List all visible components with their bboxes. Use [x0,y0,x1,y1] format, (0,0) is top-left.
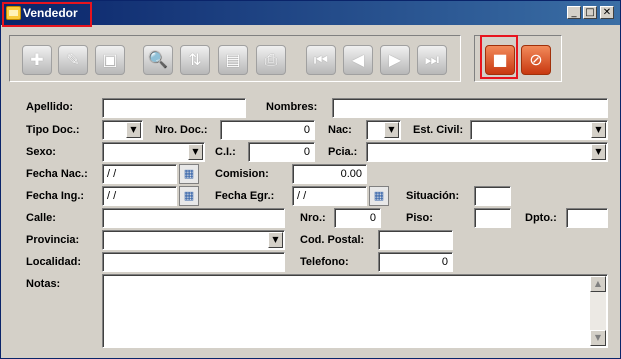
dropdown-arrow-icon[interactable]: ▼ [268,232,283,248]
dpto-label: Dpto.: [525,212,557,224]
ci-label: C.I.: [215,146,236,158]
situacion-field[interactable] [474,186,511,206]
fecha-egr-label: Fecha Egr.: [215,190,275,202]
tipo-doc-select[interactable]: ▼ [102,120,143,140]
localidad-label: Localidad: [26,256,82,268]
calendar-icon[interactable]: ▦ [179,164,199,184]
dropdown-arrow-icon[interactable]: ▼ [591,122,606,138]
search-button[interactable]: 🔍 [143,45,173,75]
magnifier-icon: 🔍 [148,50,168,69]
cod-postal-label: Cod. Postal: [300,234,365,246]
first-icon: ⏮ [313,50,329,69]
dropdown-arrow-icon[interactable]: ▼ [188,144,203,160]
telefono-field[interactable]: 0 [378,252,453,272]
ci-field[interactable]: 0 [248,142,315,162]
comision-label: Comision: [215,168,269,180]
sort-icon: ⇅ [188,50,202,69]
maximize-button[interactable]: □ [583,6,597,19]
nac-label: Nac: [328,124,352,136]
dropdown-arrow-icon[interactable]: ▼ [591,144,606,160]
dpto-field[interactable] [566,208,608,228]
cod-postal-field[interactable] [378,230,453,250]
fecha-ing-field[interactable]: / / [102,186,177,206]
nro-doc-field[interactable]: 0 [220,120,315,140]
dropdown-arrow-icon[interactable]: ▼ [384,122,399,138]
piso-field[interactable] [474,208,511,228]
apellido-label: Apellido: [26,101,74,113]
next-record-button[interactable]: ▶ [380,45,410,75]
edit-button[interactable]: ✎ [58,45,88,75]
sexo-select[interactable]: ▼ [102,142,205,162]
fecha-nac-field[interactable]: / / [102,164,177,184]
tipo-doc-label: Tipo Doc.: [26,124,80,136]
est-civil-select[interactable]: ▼ [470,120,608,140]
calendar-icon[interactable]: ▦ [369,186,389,206]
cancel-icon: ⊘ [529,50,543,69]
report-button[interactable]: ▤ [218,45,248,75]
prev-record-button[interactable]: ◀ [343,45,373,75]
close-button[interactable]: ✕ [600,6,614,19]
save-highlight-box [480,35,518,79]
provincia-label: Provincia: [26,234,80,246]
cancel-button[interactable]: ⊘ [521,45,551,75]
notas-label: Notas: [26,278,61,290]
calle-label: Calle: [26,212,56,224]
est-civil-label: Est. Civil: [413,124,464,136]
title-bar[interactable]: Vendedor _ □ ✕ [1,1,620,27]
fecha-ing-label: Fecha Ing.: [26,190,85,202]
fecha-nac-label: Fecha Nac.: [26,168,88,180]
notas-textarea[interactable]: ▲ ▼ [102,274,608,348]
scroll-down-icon[interactable]: ▼ [590,330,606,346]
pcia-label: Pcia.: [328,146,358,158]
record-toolbar: ✚ ✎ ▣ 🔍 ⇅ ▤ ⎙ ⏮ ◀ ▶ ⏭ [9,35,461,82]
apellido-field[interactable] [102,98,246,118]
sexo-label: Sexo: [26,146,56,158]
provincia-select[interactable]: ▼ [102,230,285,250]
plus-icon: ✚ [30,50,44,69]
last-icon: ⏭ [424,50,440,69]
piso-label: Piso: [406,212,433,224]
report-icon: ▤ [225,50,241,69]
nombres-field[interactable] [332,98,608,118]
next-icon: ▶ [388,50,402,69]
calle-field[interactable] [102,208,285,228]
minimize-button[interactable]: _ [567,6,581,19]
pcia-select[interactable]: ▼ [366,142,608,162]
nombres-label: Nombres: [266,101,318,113]
printer-icon: ⎙ [264,50,278,69]
nro-field[interactable]: 0 [334,208,381,228]
fecha-egr-field[interactable]: / / [292,186,367,206]
first-record-button[interactable]: ⏮ [306,45,336,75]
situacion-label: Situación: [406,190,460,202]
title-highlight-box [2,2,92,27]
add-button[interactable]: ✚ [22,45,52,75]
vendedor-window: Vendedor _ □ ✕ ✚ ✎ ▣ 🔍 ⇅ ▤ ⎙ ⏮ ◀ ▶ ⏭ ■ ⊘… [0,0,621,359]
scroll-up-icon[interactable]: ▲ [590,276,606,292]
sort-button[interactable]: ⇅ [180,45,210,75]
prev-icon: ◀ [351,50,365,69]
last-record-button[interactable]: ⏭ [417,45,447,75]
nro-doc-label: Nro. Doc.: [155,124,208,136]
telefono-label: Telefono: [300,256,349,268]
comision-field[interactable]: 0.00 [292,164,367,184]
notas-scrollbar[interactable]: ▲ ▼ [590,276,606,346]
calendar-icon[interactable]: ▦ [179,186,199,206]
pencil-icon: ✎ [66,50,80,69]
delete-button[interactable]: ▣ [95,45,125,75]
localidad-field[interactable] [102,252,285,272]
dropdown-arrow-icon[interactable]: ▼ [126,122,141,138]
nac-select[interactable]: ▼ [366,120,401,140]
delete-icon: ▣ [102,50,118,69]
nro-label: Nro.: [300,212,326,224]
print-button[interactable]: ⎙ [256,45,286,75]
